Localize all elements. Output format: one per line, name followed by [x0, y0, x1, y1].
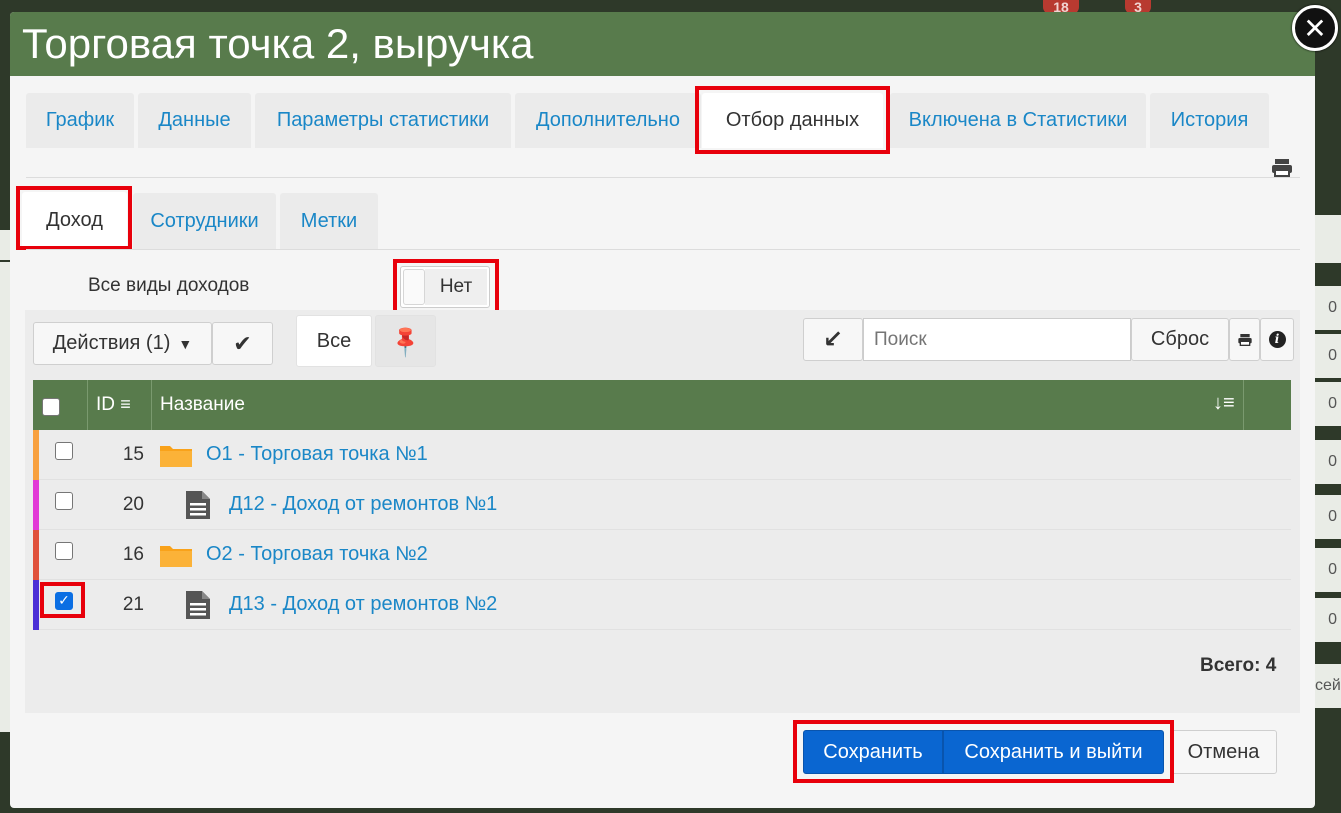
background-cell: 0	[1315, 548, 1341, 592]
close-button[interactable]: ✕	[1292, 5, 1338, 51]
background-cell: 0	[1315, 382, 1341, 426]
row-color-bar	[33, 580, 39, 630]
table-row[interactable]: 15 О1 - Торговая точка №1	[33, 430, 1291, 480]
folder-icon	[159, 442, 193, 473]
background-strip	[0, 230, 10, 260]
row-id: 20	[122, 494, 144, 515]
reset-label: Сброс	[1150, 328, 1210, 350]
background-cell: сей	[1315, 664, 1341, 708]
folder-icon	[159, 542, 193, 573]
document-icon	[185, 590, 211, 625]
grid-header: ID ≡ Название ↓≡	[33, 380, 1291, 430]
expand-button[interactable]: ↙	[803, 318, 863, 361]
modal-dialog: Торговая точка 2, выручка График Данные …	[10, 12, 1315, 808]
background-cell: 0	[1315, 598, 1341, 642]
actions-dropdown[interactable]: Действия (1) ▼	[33, 322, 212, 365]
save-button[interactable]: Сохранить	[803, 730, 943, 774]
pin-icon: 📌	[386, 322, 424, 360]
sort-lines-icon: ≡	[120, 394, 131, 414]
save-and-exit-button[interactable]: Сохранить и выйти	[943, 730, 1164, 774]
row-checkbox[interactable]	[55, 542, 73, 560]
tab-included-in-statistics[interactable]: Включена в Статистики	[890, 93, 1146, 148]
reset-button[interactable]: Сброс	[1131, 318, 1229, 361]
column-divider	[1243, 380, 1244, 430]
total-count: Всего: 4	[1200, 655, 1277, 676]
dialog-header: Торговая точка 2, выручка	[10, 12, 1315, 76]
toggle-value: Нет	[425, 269, 487, 305]
checkmark-icon: ✔	[233, 330, 252, 356]
print-icon	[1237, 333, 1252, 346]
info-icon: i	[1268, 331, 1286, 348]
filter-all-tab[interactable]: Все	[296, 315, 372, 367]
subtab-income[interactable]: Доход	[22, 192, 127, 248]
tab-data-selection[interactable]: Отбор данных	[702, 93, 883, 148]
row-id: 15	[122, 444, 144, 465]
background-cell: 0	[1315, 495, 1341, 539]
row-name-link[interactable]: О2 - Торговая точка №2	[206, 543, 428, 566]
subtab-employees[interactable]: Сотрудники	[133, 193, 276, 249]
row-name-link[interactable]: О1 - Торговая точка №1	[206, 443, 428, 466]
print-icon[interactable]	[1270, 157, 1294, 179]
background-cell: 0	[1315, 440, 1341, 484]
background-strip	[0, 262, 10, 732]
arrow-down-left-icon: ↙	[822, 326, 844, 353]
actions-label: Действия (1)	[52, 332, 171, 354]
grid-print-button[interactable]	[1229, 318, 1260, 361]
row-name-link[interactable]: Д13 - Доход от ремонтов №2	[229, 593, 497, 616]
close-icon: ✕	[1303, 12, 1327, 44]
table-row[interactable]: ✓ 21 Д13 - Доход от ремонтов №2	[33, 580, 1291, 630]
row-checkbox[interactable]: ✓	[55, 592, 73, 610]
row-name-link[interactable]: Д12 - Доход от ремонтов №1	[229, 493, 497, 516]
background-cell: 0	[1315, 334, 1341, 378]
background-strip	[1315, 215, 1341, 263]
row-checkbox[interactable]	[55, 442, 73, 460]
income-types-toggle[interactable]: Нет	[400, 266, 490, 308]
filter-all-label: Все	[316, 329, 352, 352]
caret-down-icon: ▼	[178, 335, 193, 352]
income-types-label: Все виды доходов	[88, 275, 250, 296]
dialog-title: Торговая точка 2, выручка	[22, 20, 534, 67]
column-id[interactable]: ID ≡	[96, 394, 131, 416]
cancel-button[interactable]: Отмена	[1170, 730, 1277, 774]
row-color-bar	[33, 480, 39, 530]
row-checkbox[interactable]	[55, 492, 73, 510]
divider	[26, 177, 1300, 178]
document-icon	[185, 490, 211, 525]
tab-dannye[interactable]: Данные	[138, 93, 251, 148]
divider	[26, 249, 1300, 250]
apply-button[interactable]: ✔	[212, 322, 273, 365]
row-color-bar	[33, 430, 39, 480]
select-all-checkbox[interactable]	[42, 398, 60, 416]
background-cell: 0	[1315, 286, 1341, 330]
toggle-handle	[403, 269, 425, 305]
row-id: 21	[122, 594, 144, 615]
search-input[interactable]	[863, 318, 1131, 361]
sort-descending-icon[interactable]: ↓≡	[1213, 392, 1235, 415]
table-row[interactable]: 20 Д12 - Доход от ремонтов №1	[33, 480, 1291, 530]
column-divider	[87, 380, 88, 430]
column-divider	[151, 380, 152, 430]
row-id: 16	[122, 544, 144, 565]
subtab-tags[interactable]: Метки	[280, 193, 378, 249]
tab-history[interactable]: История	[1150, 93, 1269, 148]
column-name[interactable]: Название	[160, 394, 245, 416]
table-row[interactable]: 16 О2 - Торговая точка №2	[33, 530, 1291, 580]
tab-additional[interactable]: Дополнительно	[515, 93, 701, 148]
tab-statistics-params[interactable]: Параметры статистики	[255, 93, 511, 148]
row-color-bar	[33, 530, 39, 580]
filter-pinned-tab[interactable]: 📌	[375, 315, 436, 367]
tab-grafik[interactable]: График	[26, 93, 134, 148]
info-button[interactable]: i	[1260, 318, 1294, 361]
